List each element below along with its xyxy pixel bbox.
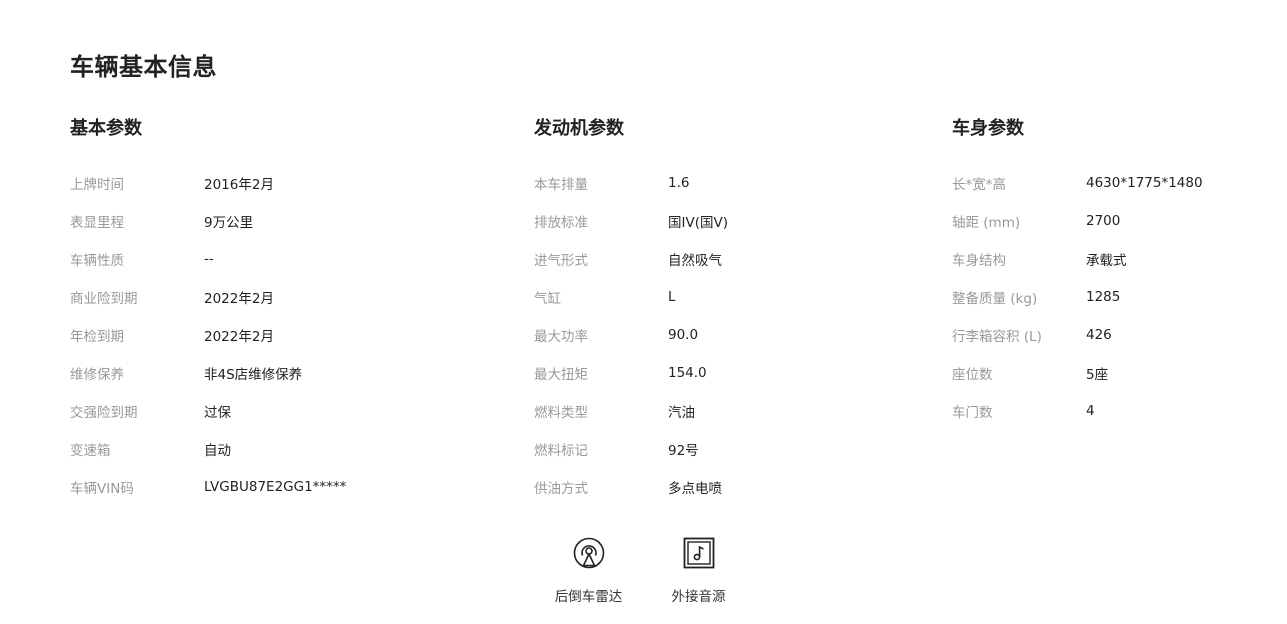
- param-row-plate-date: 上牌时间 2016年2月: [70, 164, 470, 202]
- page-title: 车辆基本信息: [70, 53, 217, 81]
- param-row-vehicle-nature: 车辆性质 --: [70, 240, 470, 278]
- param-label: 长*宽*高: [952, 177, 1006, 193]
- param-label: 座位数: [952, 367, 993, 383]
- param-row-displacement: 本车排量 1.6: [534, 164, 894, 202]
- param-value: 2016年2月: [204, 177, 274, 193]
- param-row-doors: 车门数 4: [952, 392, 1272, 430]
- param-value: 426: [1086, 327, 1112, 343]
- basic-params-list: 上牌时间 2016年2月 表显里程 9万公里 车辆性质 -- 商业险到期 202…: [70, 164, 470, 506]
- param-row-max-power: 最大功率 90.0: [534, 316, 894, 354]
- feature-label: 外接音源: [671, 589, 726, 605]
- param-row-annual-inspection: 年检到期 2022年2月: [70, 316, 470, 354]
- param-value: 2022年2月: [204, 329, 274, 345]
- param-label: 车身结构: [952, 253, 1006, 269]
- param-value: L: [668, 289, 676, 305]
- param-label: 最大功率: [534, 329, 588, 345]
- param-row-fuel-grade: 燃料标记 92号: [534, 430, 894, 468]
- param-value: LVGBU87E2GG1*****: [204, 479, 347, 495]
- param-value: 自然吸气: [668, 253, 722, 269]
- param-value: 154.0: [668, 365, 707, 381]
- radar-icon: [571, 535, 607, 571]
- param-row-max-torque: 最大扭矩 154.0: [534, 354, 894, 392]
- basic-params-section: 基本参数 上牌时间 2016年2月 表显里程 9万公里 车辆性质 -- 商业险到…: [70, 116, 470, 506]
- param-row-commercial-insurance: 商业险到期 2022年2月: [70, 278, 470, 316]
- param-label: 交强险到期: [70, 405, 138, 421]
- param-label: 表显里程: [70, 215, 124, 231]
- feature-rear-radar: 后倒车雷达: [535, 535, 643, 605]
- param-label: 上牌时间: [70, 177, 124, 193]
- param-value: 2022年2月: [204, 291, 274, 307]
- param-row-trunk-volume: 行李箱容积 (L) 426: [952, 316, 1272, 354]
- param-row-emission-standard: 排放标准 国IV(国V): [534, 202, 894, 240]
- music-source-icon: [681, 535, 717, 571]
- param-label: 本车排量: [534, 177, 588, 193]
- param-row-dimensions: 长*宽*高 4630*1775*1480: [952, 164, 1272, 202]
- engine-params-title: 发动机参数: [534, 118, 624, 139]
- param-row-maintenance: 维修保养 非4S店维修保养: [70, 354, 470, 392]
- param-value: 自动: [204, 443, 231, 459]
- param-value: 承载式: [1086, 253, 1127, 269]
- feature-external-audio: 外接音源: [645, 535, 753, 605]
- param-label: 最大扭矩: [534, 367, 588, 383]
- param-value: 4630*1775*1480: [1086, 175, 1203, 191]
- param-row-mileage: 表显里程 9万公里: [70, 202, 470, 240]
- param-row-seats: 座位数 5座: [952, 354, 1272, 392]
- param-value: 9万公里: [204, 215, 254, 231]
- param-row-vin: 车辆VIN码 LVGBU87E2GG1*****: [70, 468, 470, 506]
- param-value: 92号: [668, 443, 699, 459]
- param-label: 排放标准: [534, 215, 588, 231]
- param-label: 气缸: [534, 291, 561, 307]
- param-label: 轴距 (mm): [952, 215, 1021, 231]
- param-label: 车门数: [952, 405, 993, 421]
- param-value: 多点电喷: [668, 481, 722, 497]
- param-value: 2700: [1086, 213, 1121, 229]
- feature-label: 后倒车雷达: [554, 589, 623, 605]
- param-label: 整备质量 (kg): [952, 291, 1038, 307]
- param-label: 燃料标记: [534, 443, 588, 459]
- features-list: 后倒车雷达 外接音源: [0, 535, 1287, 605]
- param-row-cylinder: 气缸 L: [534, 278, 894, 316]
- param-value: 1.6: [668, 175, 690, 191]
- engine-params-section: 发动机参数 本车排量 1.6 排放标准 国IV(国V) 进气形式 自然吸气 气缸…: [534, 116, 894, 506]
- param-label: 进气形式: [534, 253, 588, 269]
- param-row-curb-weight: 整备质量 (kg) 1285: [952, 278, 1272, 316]
- body-params-section: 车身参数 长*宽*高 4630*1775*1480 轴距 (mm) 2700 车…: [952, 116, 1272, 430]
- param-value: 非4S店维修保养: [204, 367, 303, 383]
- param-label: 车辆VIN码: [70, 481, 134, 497]
- param-value: --: [204, 251, 214, 267]
- param-label: 年检到期: [70, 329, 124, 345]
- param-row-fuel-supply: 供油方式 多点电喷: [534, 468, 894, 506]
- param-label: 车辆性质: [70, 253, 124, 269]
- param-value: 5座: [1086, 367, 1109, 383]
- param-label: 变速箱: [70, 443, 111, 459]
- param-label: 供油方式: [534, 481, 588, 497]
- param-label: 行李箱容积 (L): [952, 329, 1042, 345]
- param-row-wheelbase: 轴距 (mm) 2700: [952, 202, 1272, 240]
- param-value: 国IV(国V): [668, 215, 728, 231]
- param-value: 过保: [204, 405, 231, 421]
- basic-params-title: 基本参数: [70, 118, 142, 139]
- body-params-title: 车身参数: [952, 118, 1024, 139]
- param-row-gearbox: 变速箱 自动: [70, 430, 470, 468]
- engine-params-list: 本车排量 1.6 排放标准 国IV(国V) 进气形式 自然吸气 气缸 L 最大功…: [534, 164, 894, 506]
- param-row-intake-type: 进气形式 自然吸气: [534, 240, 894, 278]
- param-label: 燃料类型: [534, 405, 588, 421]
- param-value: 汽油: [668, 405, 695, 421]
- param-row-body-structure: 车身结构 承载式: [952, 240, 1272, 278]
- param-value: 4: [1086, 403, 1095, 419]
- param-label: 商业险到期: [70, 291, 138, 307]
- body-params-list: 长*宽*高 4630*1775*1480 轴距 (mm) 2700 车身结构 承…: [952, 164, 1272, 430]
- param-label: 维修保养: [70, 367, 124, 383]
- param-value: 1285: [1086, 289, 1121, 305]
- param-value: 90.0: [668, 327, 699, 343]
- param-row-compulsory-insurance: 交强险到期 过保: [70, 392, 470, 430]
- param-row-fuel-type: 燃料类型 汽油: [534, 392, 894, 430]
